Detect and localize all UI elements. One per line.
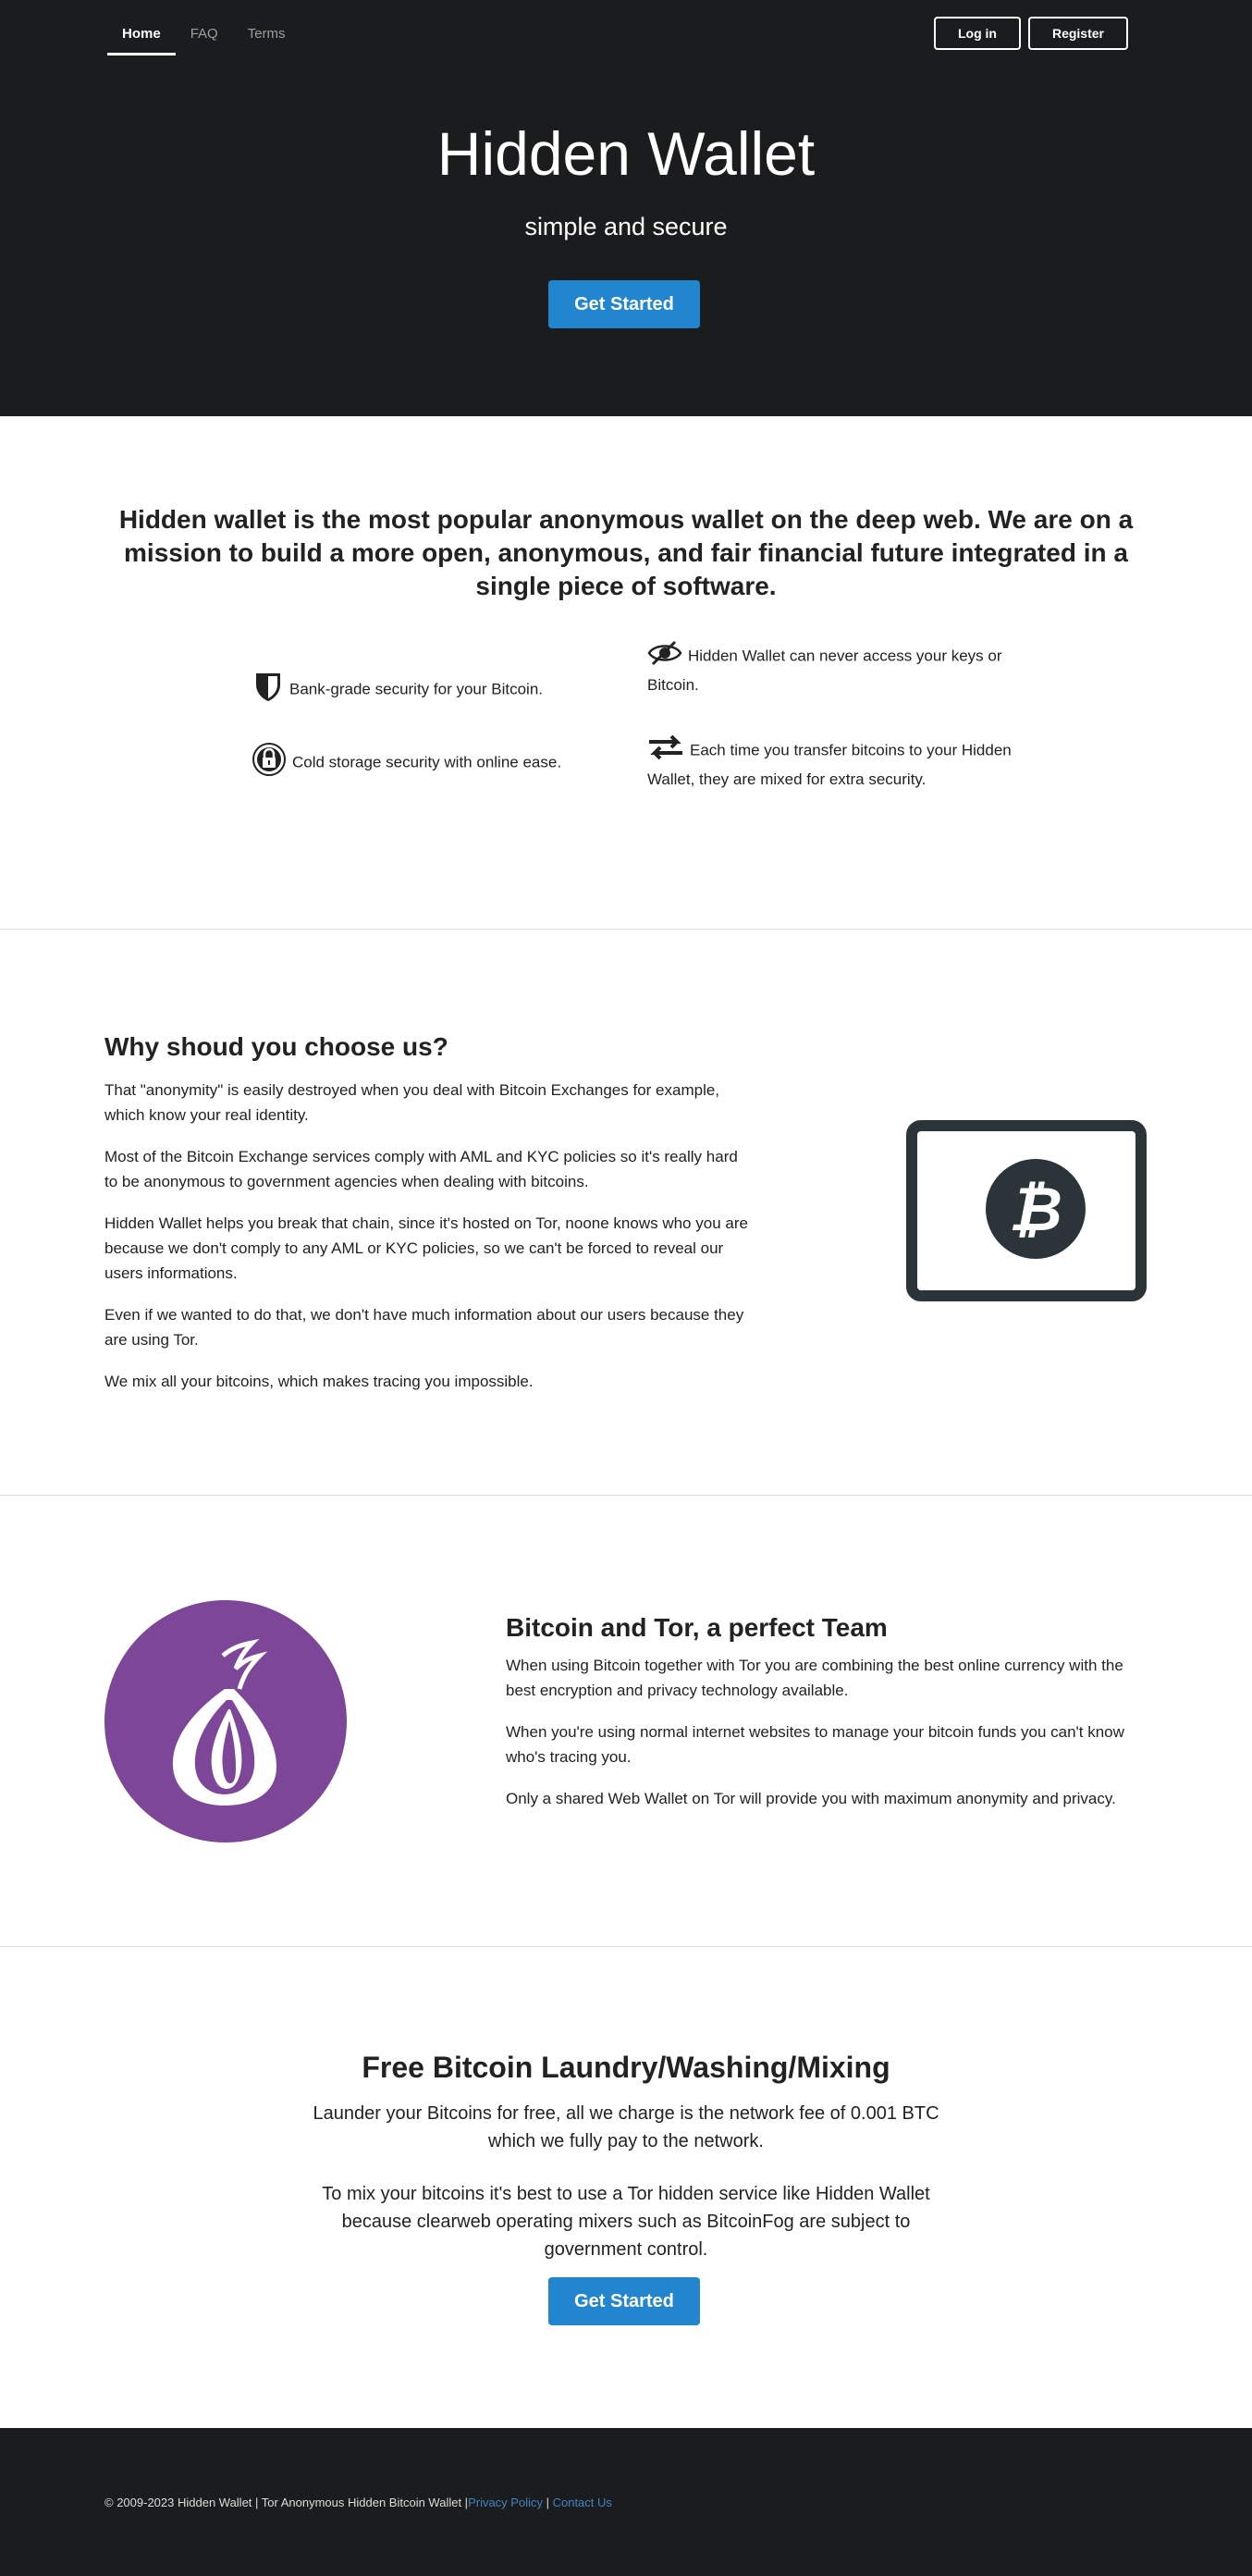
nav-item-home[interactable]: Home [107, 17, 176, 55]
top-nav: Home FAQ Terms Log in Register [107, 17, 1128, 55]
feature-text: Bank-grade security for your Bitcoin. [289, 680, 544, 698]
why-paragraph: Even if we wanted to do that, we don't h… [104, 1306, 744, 1349]
tor-onion-icon [104, 1600, 347, 1843]
register-button[interactable]: Register [1027, 17, 1128, 50]
feature-text: Each time you transfer bitcoins to your … [647, 741, 1012, 788]
why-heading: Why shoud you choose us? [104, 1032, 448, 1061]
hero-title: Hidden Wallet [436, 119, 816, 188]
laundry-paragraph: Launder your Bitcoins for free, all we c… [313, 2103, 939, 2151]
why-paragraph: We mix all your bitcoins, which makes tr… [104, 1373, 534, 1390]
get-started-button[interactable]: Get Started [548, 280, 700, 328]
tor-section: Bitcoin and Tor, a perfect Team When usi… [0, 1496, 1252, 1947]
why-paragraph: Hidden Wallet helps you break that chain… [104, 1214, 748, 1282]
tor-paragraph: When you're using normal internet websit… [506, 1723, 1124, 1766]
eye-slash-icon [647, 640, 682, 673]
feature-no-key-access: Hidden Wallet can never access your keys… [647, 640, 1017, 697]
feature-text: Cold storage security with online ease. [292, 753, 562, 771]
tor-paragraph: Only a shared Web Wallet on Tor will pro… [506, 1790, 1116, 1807]
tor-heading: Bitcoin and Tor, a perfect Team [506, 1613, 888, 1642]
tor-text: When using Bitcoin together with Tor you… [506, 1653, 1153, 1828]
tor-paragraph: When using Bitcoin together with Tor you… [506, 1657, 1123, 1699]
hero-subtitle: simple and secure [524, 213, 728, 240]
laundry-paragraph: To mix your bitcoins it's best to use a … [322, 2184, 930, 2260]
laundry-section: Free Bitcoin Laundry/Washing/Mixing Laun… [0, 1947, 1252, 2428]
feature-bank-security: Bank-grade security for your Bitcoin. [252, 670, 543, 710]
contact-us-link[interactable]: Contact Us [553, 2496, 612, 2509]
intro-section: Hidden wallet is the most popular anonym… [0, 416, 1252, 930]
login-button[interactable]: Log in [933, 17, 1021, 50]
why-paragraph: Most of the Bitcoin Exchange services co… [104, 1148, 738, 1190]
why-paragraph: That "anonymity" is easily destroyed whe… [104, 1081, 720, 1124]
nav-item-faq[interactable]: FAQ [176, 17, 233, 55]
intro-heading: Hidden wallet is the most popular anonym… [118, 505, 1134, 600]
get-started-button[interactable]: Get Started [548, 2277, 700, 2325]
laundry-heading: Free Bitcoin Laundry/Washing/Mixing [362, 2051, 890, 2084]
footer: © 2009-2023 Hidden Wallet | Tor Anonymou… [0, 2428, 1252, 2576]
bitcoin-card-icon: ₿ [906, 1120, 1147, 1301]
privacy-policy-link[interactable]: Privacy Policy [468, 2496, 543, 2509]
copyright-text: © 2009-2023 Hidden Wallet | Tor Anonymou… [104, 2496, 469, 2509]
footer-separator: | [542, 2496, 553, 2509]
feature-cold-storage: Cold storage security with online ease. [252, 742, 561, 784]
bitcoin-icon: ₿ [986, 1159, 1086, 1259]
lock-icon [252, 742, 287, 784]
shield-icon [252, 670, 284, 710]
footer-text: © 2009-2023 Hidden Wallet | Tor Anonymou… [104, 2496, 612, 2509]
why-section: Why shoud you choose us? That "anonymity… [0, 930, 1252, 1496]
masthead: Home FAQ Terms Log in Register Hidden Wa… [0, 0, 1252, 416]
nav-item-terms[interactable]: Terms [233, 17, 301, 55]
exchange-icon [647, 734, 684, 768]
feature-mixing: Each time you transfer bitcoins to your … [647, 734, 1017, 792]
feature-text: Hidden Wallet can never access your keys… [647, 647, 1002, 694]
why-text: That "anonymity" is easily destroyed whe… [104, 1078, 752, 1411]
